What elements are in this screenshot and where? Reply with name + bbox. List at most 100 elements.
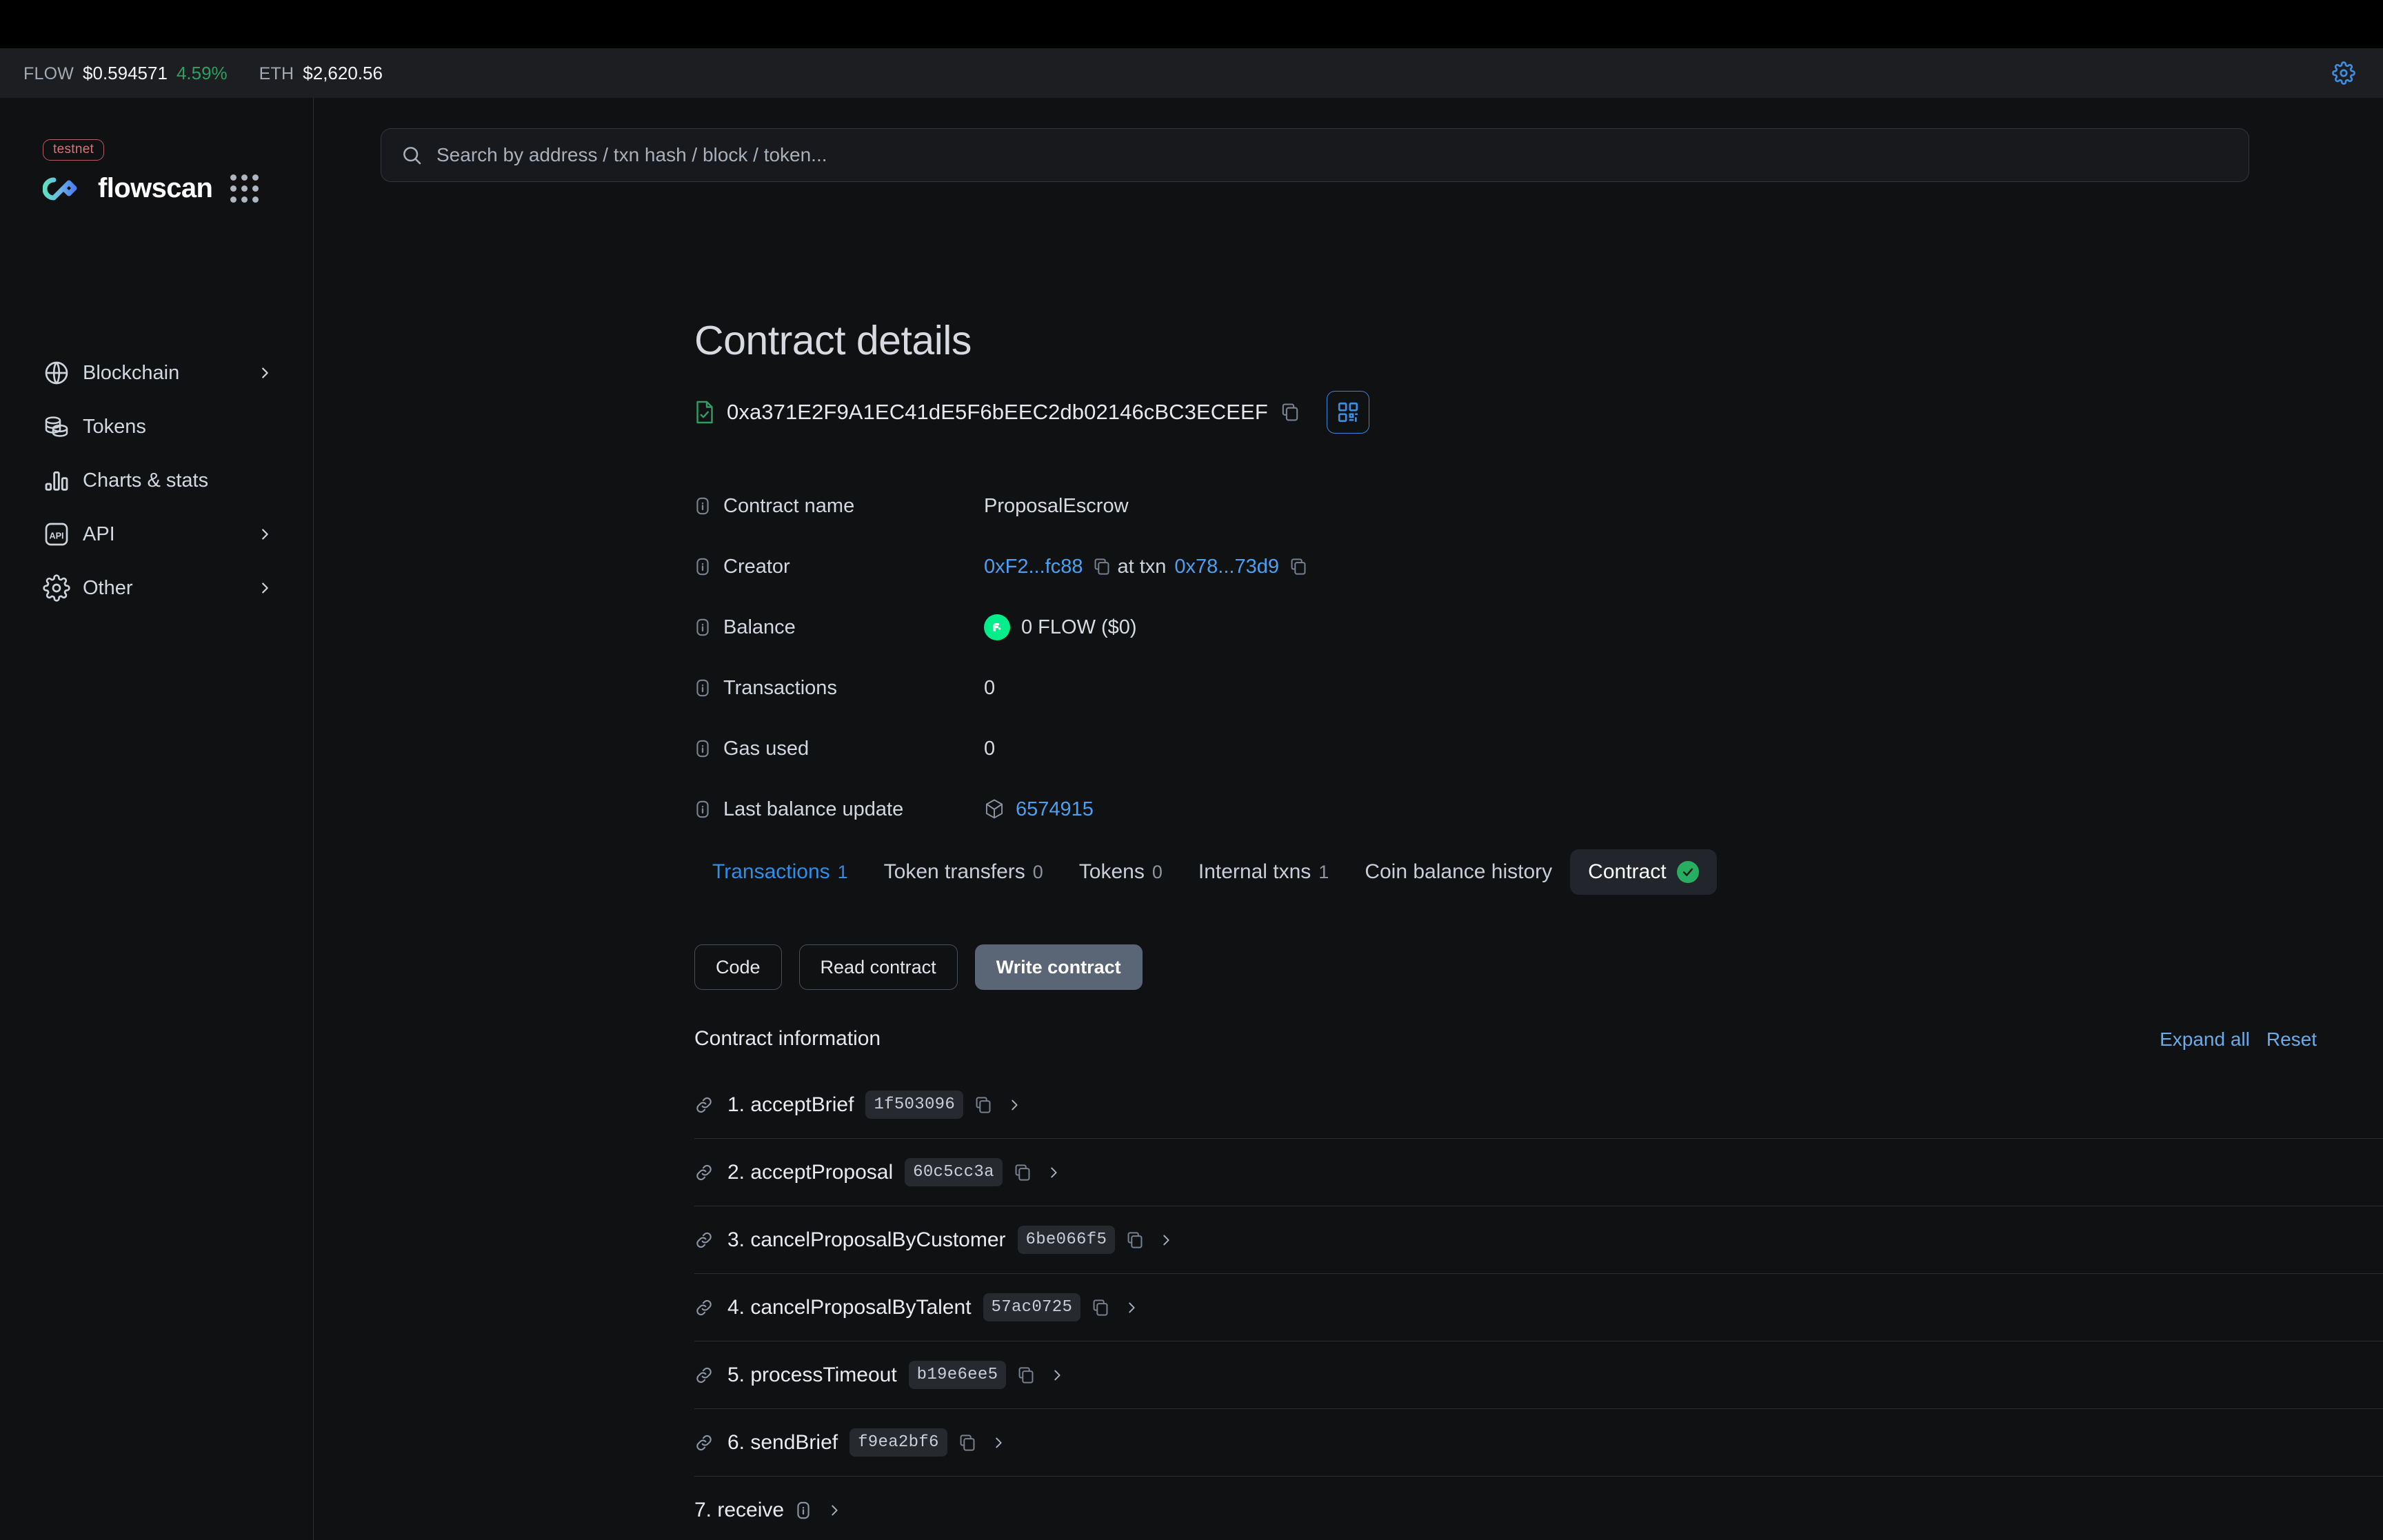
copy-icon[interactable] <box>1018 1366 1034 1384</box>
detail-label: Last balance update <box>723 798 904 820</box>
link-icon[interactable] <box>694 1163 714 1182</box>
tab-internal-txns[interactable]: Internal txns 1 <box>1180 849 1347 895</box>
tab-label: Token transfers <box>883 860 1025 883</box>
apps-grid-icon[interactable] <box>230 174 259 203</box>
contract-methods-list: 1. acceptBrief 1f503096 2. acceptProposa… <box>694 1071 2383 1540</box>
creation-txn-link[interactable]: 0x78...73d9 <box>1174 556 1279 578</box>
settings-gear-button[interactable] <box>2328 57 2360 89</box>
price-ticker-bar: FLOW $0.594571 4.59% ETH $2,620.56 <box>0 48 2383 98</box>
contract-detail-list: Contract name ProposalEscrow Creator 0xF… <box>694 476 2280 840</box>
detail-row-balance: Balance 0 FLOW ($0) <box>694 597 2280 658</box>
reset-link[interactable]: Reset <box>2266 1029 2317 1051</box>
tab-tokens[interactable]: Tokens 0 <box>1061 849 1180 895</box>
link-icon[interactable] <box>694 1433 714 1452</box>
contract-information-actions: Expand all Reset <box>2160 1029 2317 1051</box>
last-balance-update-block-link[interactable]: 6574915 <box>1016 798 1094 821</box>
detail-row-last-balance-update: Last balance update 6574915 <box>694 779 2280 840</box>
detail-value: 0 <box>984 738 995 760</box>
network-badge[interactable]: testnet <box>43 139 105 161</box>
contract-subtabs: Code Read contract Write contract <box>694 944 1143 990</box>
gear-icon <box>43 574 74 602</box>
expand-all-link[interactable]: Expand all <box>2160 1029 2250 1051</box>
copy-icon[interactable] <box>1092 1299 1109 1317</box>
info-icon[interactable] <box>694 800 711 819</box>
detail-label-wrap: Contract name <box>694 495 984 518</box>
top-black-strip <box>0 0 2383 48</box>
copy-icon[interactable] <box>975 1096 992 1114</box>
detail-label: Balance <box>723 616 796 638</box>
chevron-right-icon[interactable] <box>1049 1368 1065 1383</box>
method-row[interactable]: 1. acceptBrief 1f503096 <box>694 1071 2383 1139</box>
page-title: Contract details <box>694 318 972 363</box>
method-row[interactable]: 4. cancelProposalByTalent 57ac0725 <box>694 1274 2383 1341</box>
info-icon[interactable] <box>694 739 711 758</box>
method-row[interactable]: 7. receive <box>694 1477 2383 1540</box>
sidebar-item-api[interactable]: API API <box>23 507 292 561</box>
copy-icon[interactable] <box>959 1434 976 1452</box>
detail-row-creator: Creator 0xF2...fc88 at txn 0x78...73d9 <box>694 536 2280 597</box>
flowscan-logo-icon <box>43 174 80 203</box>
chevron-right-icon <box>257 580 273 596</box>
contract-address[interactable]: 0xa371E2F9A1EC41dE5F6bEEC2db02146cBC3ECE… <box>727 400 1268 425</box>
sidebar-item-label: Tokens <box>83 415 146 438</box>
tab-transactions[interactable]: Transactions 1 <box>694 849 866 895</box>
detail-label-wrap: Creator <box>694 556 984 578</box>
link-icon[interactable] <box>694 1095 714 1115</box>
qr-code-button[interactable] <box>1326 391 1369 434</box>
sidebar-item-tokens[interactable]: Tokens <box>23 400 292 454</box>
tab-coin-balance-history[interactable]: Coin balance history <box>1347 849 1570 895</box>
link-icon[interactable] <box>694 1230 714 1250</box>
copy-icon[interactable] <box>1014 1164 1031 1182</box>
tab-contract[interactable]: Contract <box>1570 849 1717 895</box>
subtab-code[interactable]: Code <box>694 944 782 990</box>
detail-label: Creator <box>723 555 790 578</box>
chevron-right-icon[interactable] <box>991 1435 1006 1450</box>
method-name: 7. receive <box>694 1499 785 1521</box>
gas-used-value: 0 <box>984 737 996 760</box>
sidebar-item-charts-stats[interactable]: Charts & stats <box>23 454 292 507</box>
ticker-eth-value: $2,620.56 <box>303 62 383 83</box>
link-icon[interactable] <box>694 1298 714 1317</box>
ticker-item-flow[interactable]: FLOW $0.594571 4.59% <box>23 63 228 84</box>
search-input[interactable]: Search by address / txn hash / block / t… <box>436 144 827 166</box>
info-icon[interactable] <box>694 618 711 637</box>
chevron-right-icon[interactable] <box>1124 1300 1139 1315</box>
sidebar-item-blockchain[interactable]: Blockchain <box>23 346 292 400</box>
chevron-right-icon[interactable] <box>1046 1165 1061 1180</box>
detail-label-wrap: Balance <box>694 616 984 639</box>
info-icon[interactable] <box>694 557 711 576</box>
tab-token-transfers[interactable]: Token transfers 0 <box>866 849 1061 895</box>
copy-icon[interactable] <box>1127 1231 1143 1249</box>
chevron-right-icon[interactable] <box>827 1503 842 1518</box>
subtab-write-contract[interactable]: Write contract <box>974 944 1143 990</box>
brand-row[interactable]: flowscan <box>43 173 277 204</box>
creator-address-link[interactable]: 0xF2...fc88 <box>984 556 1083 578</box>
method-row[interactable]: 2. acceptProposal 60c5cc3a <box>694 1139 2383 1206</box>
sidebar-item-other[interactable]: Other <box>23 561 292 615</box>
chevron-right-icon[interactable] <box>1007 1097 1022 1113</box>
chevron-right-icon[interactable] <box>1158 1233 1174 1248</box>
info-icon[interactable] <box>694 678 711 698</box>
search-bar[interactable]: Search by address / txn hash / block / t… <box>381 128 2249 182</box>
info-icon[interactable] <box>795 1501 812 1520</box>
method-row[interactable]: 5. processTimeout b19e6ee5 <box>694 1341 2383 1409</box>
info-icon[interactable] <box>694 496 711 516</box>
entity-tabs: Transactions 1 Token transfers 0 Tokens … <box>694 849 1717 895</box>
method-name: 5. processTimeout <box>727 1363 897 1386</box>
bar-chart-icon <box>43 467 74 494</box>
ticker-flow-label: FLOW <box>23 63 74 83</box>
method-row[interactable]: 3. cancelProposalByCustomer 6be066f5 <box>694 1206 2383 1274</box>
brand-name: flowscan <box>98 173 213 203</box>
method-row[interactable]: 6. sendBrief f9ea2bf6 <box>694 1409 2383 1477</box>
link-icon[interactable] <box>694 1366 714 1385</box>
copy-icon[interactable] <box>1281 403 1299 422</box>
sidebar: testnet flowscan Blockchain Tokens Chart… <box>0 98 314 1540</box>
ticker-item-eth[interactable]: ETH $2,620.56 <box>259 63 383 84</box>
qr-code-icon <box>1336 401 1360 424</box>
search-icon <box>401 144 423 166</box>
detail-label: Contract name <box>723 494 855 517</box>
copy-icon[interactable] <box>1094 558 1110 576</box>
subtab-read-contract[interactable]: Read contract <box>798 944 958 990</box>
ticker-flow-change: 4.59% <box>176 62 228 83</box>
copy-icon[interactable] <box>1290 558 1307 576</box>
